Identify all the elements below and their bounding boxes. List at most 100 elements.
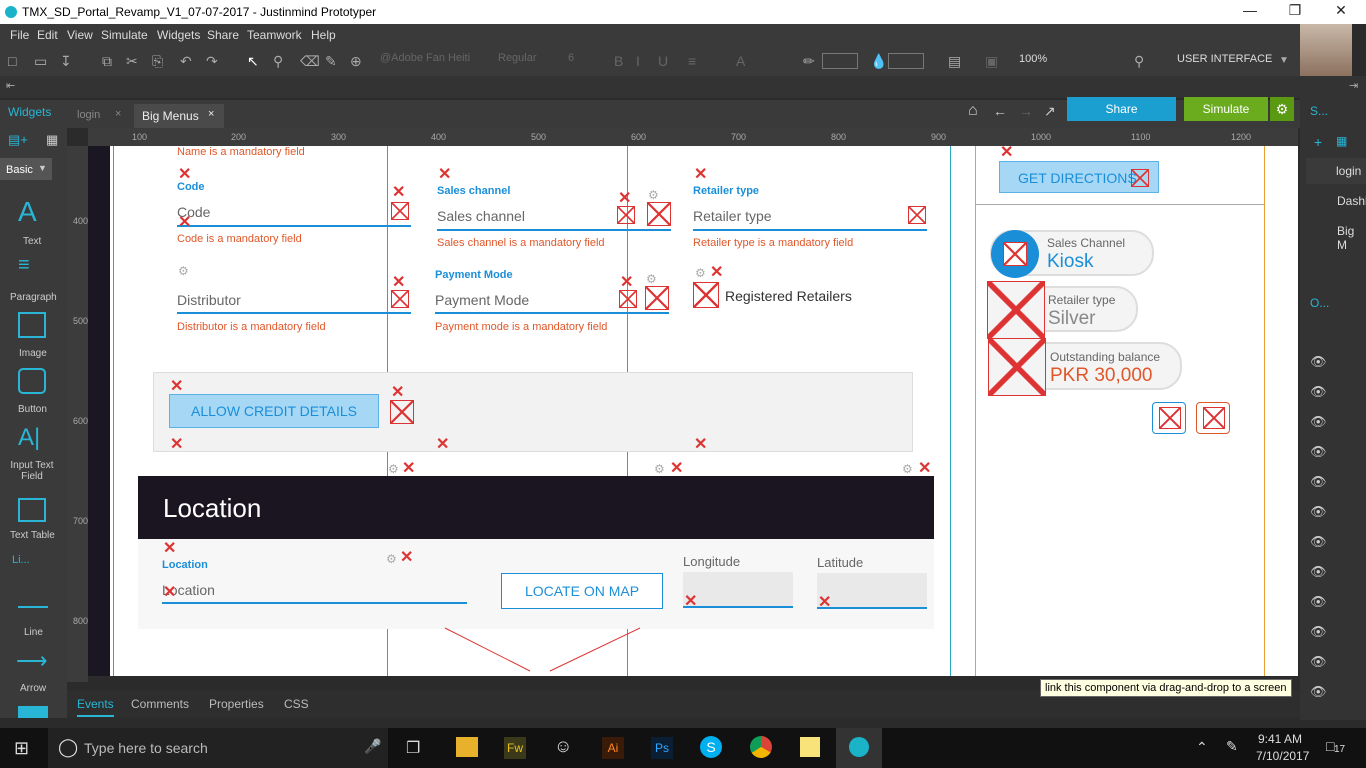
allow-credit-button[interactable]: ALLOW CREDIT DETAILS: [169, 394, 379, 428]
tab-widgets[interactable]: Widgets: [8, 105, 51, 119]
emoji-app-icon[interactable]: ☺: [554, 736, 572, 757]
skype-icon[interactable]: S: [700, 736, 722, 758]
design-canvas[interactable]: Name is a mandatory field Code Code Code…: [110, 146, 1298, 676]
size-select[interactable]: 6: [568, 52, 604, 70]
page-item-dashboard[interactable]: Dashb: [1337, 194, 1366, 208]
font-select[interactable]: @Adobe Fan Heiti: [380, 52, 486, 70]
collapse-left-icon[interactable]: ⇤: [6, 79, 15, 92]
italic-icon[interactable]: I: [636, 53, 640, 69]
card-action-button-orange[interactable]: [1196, 402, 1230, 434]
expand-icon[interactable]: ↗: [1044, 103, 1056, 120]
menu-teamwork[interactable]: Teamwork: [247, 28, 302, 42]
font-color-icon[interactable]: A: [736, 53, 745, 69]
distributor-input[interactable]: Distributor: [177, 292, 241, 308]
redo-icon[interactable]: ↷: [206, 53, 218, 70]
payment-mode-input[interactable]: Payment Mode: [435, 292, 529, 308]
save-icon[interactable]: ↧: [60, 53, 72, 70]
pen-icon[interactable]: ✎: [1226, 738, 1238, 755]
sticky-notes-icon[interactable]: [800, 737, 820, 757]
tab-login-close-icon[interactable]: ×: [115, 108, 121, 120]
fill-color-picker[interactable]: [888, 53, 924, 69]
chrome-icon[interactable]: [750, 736, 772, 758]
distributor-clear-icon[interactable]: [391, 290, 409, 308]
arrow-widget-icon[interactable]: ⟶: [16, 648, 48, 674]
forward-icon[interactable]: →: [1019, 103, 1033, 119]
code-clear-icon[interactable]: [391, 202, 409, 220]
menu-help[interactable]: Help: [311, 28, 336, 42]
line-widget-icon[interactable]: [18, 606, 48, 608]
close-button[interactable]: ✕: [1326, 2, 1356, 19]
visibility-eye-icon[interactable]: 👁: [1310, 504, 1327, 520]
stroke-color-picker[interactable]: [822, 53, 858, 69]
justinmind-taskbar-item[interactable]: [836, 728, 882, 768]
photoshop-icon[interactable]: Ps: [651, 737, 673, 759]
collapse-right-icon[interactable]: ⇥: [1349, 79, 1358, 92]
format-painter-icon[interactable]: ✎: [325, 53, 337, 70]
settings-gear-icon[interactable]: ⚙: [1270, 97, 1294, 121]
pointer-icon[interactable]: ↖: [247, 53, 259, 70]
illustrator-icon[interactable]: Ai: [602, 737, 624, 759]
list-widget-label[interactable]: Li...: [12, 554, 30, 566]
page-item-login[interactable]: login: [1306, 158, 1366, 184]
paragraph-widget-icon[interactable]: ≡: [18, 254, 30, 277]
visibility-eye-icon[interactable]: 👁: [1310, 444, 1327, 460]
input-widget-icon[interactable]: A|: [18, 424, 40, 452]
longitude-input[interactable]: [683, 572, 793, 608]
image-widget-icon[interactable]: [18, 312, 46, 338]
paste-icon[interactable]: ⎘: [152, 53, 163, 70]
grid-view-icon[interactable]: ▦: [46, 132, 58, 148]
bold-icon[interactable]: B: [614, 53, 623, 69]
menu-edit[interactable]: Edit: [37, 28, 58, 42]
undo-icon[interactable]: ↶: [180, 53, 192, 70]
mode-select[interactable]: USER INTERFACE: [1177, 53, 1277, 71]
back-icon[interactable]: ←: [993, 103, 1007, 119]
visibility-eye-icon[interactable]: 👁: [1310, 474, 1327, 490]
visibility-eye-icon[interactable]: 👁: [1310, 534, 1327, 550]
visibility-eye-icon[interactable]: 👁: [1310, 564, 1327, 580]
visibility-eye-icon[interactable]: 👁: [1310, 354, 1327, 370]
fill-icon[interactable]: 💧: [870, 53, 887, 70]
open-icon[interactable]: ▭: [34, 53, 47, 70]
visibility-eye-icon[interactable]: 👁: [1310, 384, 1327, 400]
folder-icon[interactable]: ▦: [1336, 134, 1347, 148]
visibility-eye-icon[interactable]: 👁: [1310, 654, 1327, 670]
group-icon[interactable]: ▣: [985, 53, 998, 70]
clock-time[interactable]: 9:41 AM: [1258, 732, 1302, 746]
task-view-icon[interactable]: ❐: [406, 738, 420, 758]
menu-simulate[interactable]: Simulate: [101, 28, 148, 42]
pen-icon[interactable]: ✏: [803, 53, 815, 70]
tab-login[interactable]: login: [77, 109, 100, 121]
eraser-icon[interactable]: ⌫: [300, 53, 320, 70]
locate-on-map-button[interactable]: LOCATE ON MAP: [501, 573, 663, 609]
clock-date[interactable]: 7/10/2017: [1256, 749, 1309, 763]
tab-css[interactable]: CSS: [284, 697, 309, 711]
minimize-button[interactable]: —: [1235, 2, 1265, 18]
tab-big-menus[interactable]: Big Menus ×: [134, 104, 224, 128]
menu-share[interactable]: Share: [207, 28, 239, 42]
menu-view[interactable]: View: [67, 28, 93, 42]
visibility-eye-icon[interactable]: 👁: [1310, 594, 1327, 610]
search-icon[interactable]: ⚲: [1134, 53, 1144, 70]
align-icon[interactable]: ≡: [688, 53, 696, 69]
menu-widgets[interactable]: Widgets: [157, 28, 200, 42]
cut-icon[interactable]: ✂: [126, 53, 138, 70]
taskbar-search[interactable]: ◯ Type here to search 🎤: [48, 728, 388, 768]
payment-mode-dropdown-icon[interactable]: [645, 286, 669, 310]
latitude-input[interactable]: [817, 573, 927, 609]
tab-big-menus-close-icon[interactable]: ×: [208, 108, 214, 120]
restore-button[interactable]: ❐: [1280, 2, 1310, 19]
library-chevron-down-icon[interactable]: ▼: [38, 163, 47, 173]
new-icon[interactable]: □: [8, 53, 16, 69]
registered-retailers-checkbox[interactable]: [693, 282, 719, 308]
share-button[interactable]: Share: [1067, 97, 1176, 121]
home-icon[interactable]: ⌂: [968, 102, 978, 120]
credit-toggle-icon[interactable]: [390, 400, 414, 424]
text-widget-icon[interactable]: A: [18, 196, 37, 228]
payment-mode-clear-icon[interactable]: [619, 290, 637, 308]
zoom-select[interactable]: 100%: [1019, 53, 1059, 71]
tab-properties[interactable]: Properties: [209, 697, 264, 711]
arrange-icon[interactable]: ▤: [948, 53, 961, 70]
tab-events[interactable]: Events: [77, 697, 114, 717]
retailer-type-input[interactable]: Retailer type: [693, 208, 772, 224]
tab-comments[interactable]: Comments: [131, 697, 189, 711]
